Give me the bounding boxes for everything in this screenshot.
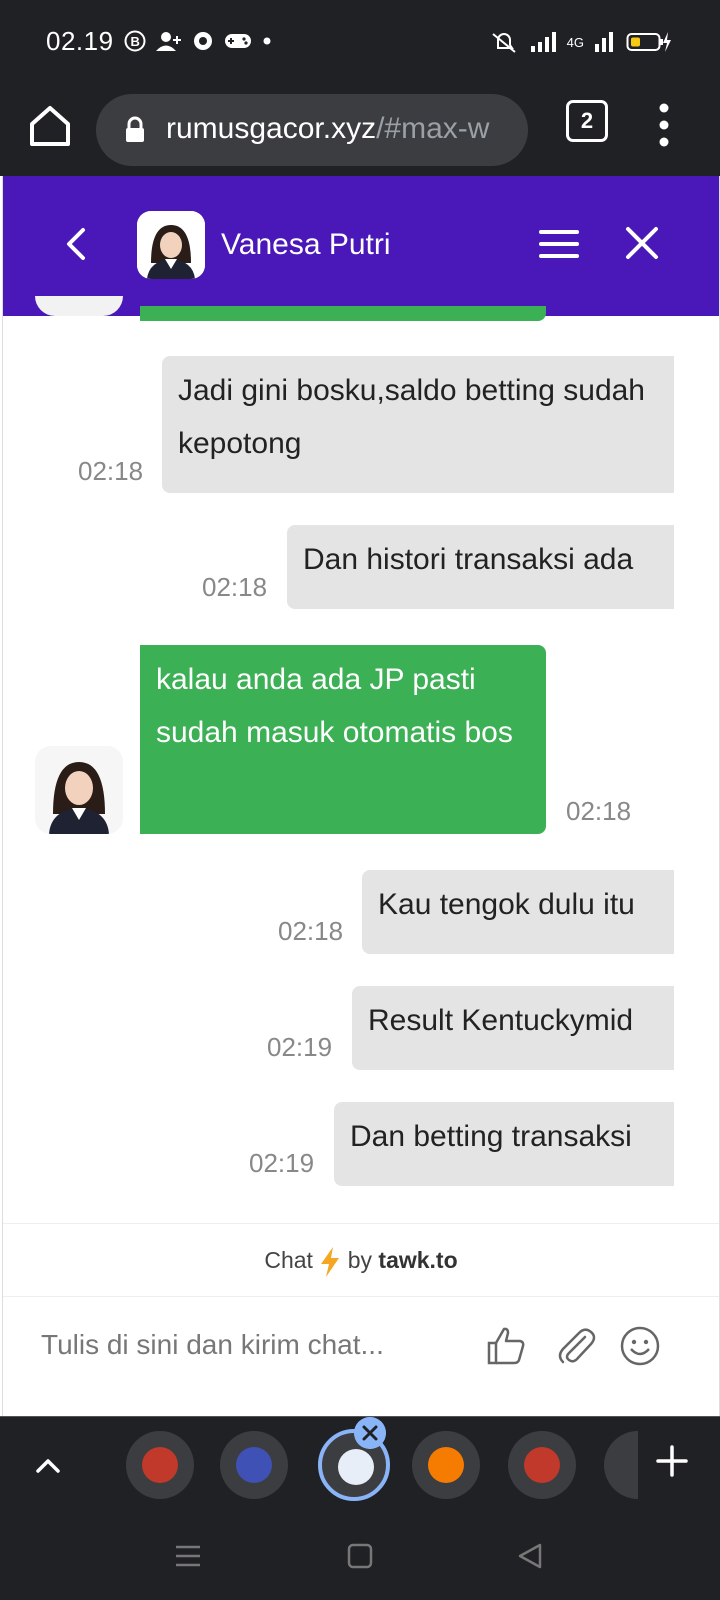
tab-thumbnail[interactable] bbox=[412, 1431, 480, 1499]
tabs-button[interactable]: 2 bbox=[566, 100, 608, 142]
more-vert-icon[interactable] bbox=[652, 100, 676, 150]
dot-icon bbox=[263, 37, 271, 45]
network-type: 4G bbox=[566, 34, 584, 50]
chat-widget: Vanesa Putri Jadi gini bosku,saldo betti… bbox=[2, 176, 720, 1416]
chevron-up-icon[interactable] bbox=[34, 1445, 62, 1485]
message-time: 02:19 bbox=[249, 1148, 315, 1178]
chat-header: Vanesa Putri bbox=[3, 176, 719, 316]
agent-avatar-small bbox=[35, 746, 123, 834]
lightning-icon bbox=[321, 1247, 340, 1277]
message-bubble: kalau anda ada JP pasti sudah masuk otom… bbox=[140, 645, 546, 834]
hamburger-icon[interactable] bbox=[539, 228, 579, 260]
back-icon[interactable] bbox=[61, 224, 91, 264]
browser-toolbar: rumusgacor.xyz/#max-w 2 bbox=[0, 86, 720, 176]
tab-thumbnail[interactable] bbox=[220, 1431, 288, 1499]
emoji-icon[interactable] bbox=[619, 1325, 661, 1367]
message-bubble: Kau tengok dulu itu bbox=[362, 870, 674, 954]
paperclip-icon[interactable] bbox=[555, 1325, 597, 1367]
status-bar: 02.19 B 4G bbox=[0, 0, 720, 86]
tab-close-icon[interactable] bbox=[354, 1417, 386, 1449]
system-icons: 4G bbox=[489, 30, 672, 54]
powered-by-branding[interactable]: Chat by tawk.to bbox=[3, 1246, 719, 1278]
message-time: 02:18 bbox=[566, 796, 632, 826]
message-time: 02:18 bbox=[278, 916, 344, 946]
lock-icon bbox=[126, 116, 144, 142]
message-bubble: Dan betting transaksi bbox=[334, 1102, 674, 1186]
tab-thumbnail[interactable] bbox=[126, 1431, 194, 1499]
b-icon: B bbox=[124, 30, 146, 52]
tab-thumbnail[interactable] bbox=[604, 1431, 638, 1499]
status-time: 02.19 bbox=[46, 26, 114, 56]
message-time: 02:19 bbox=[267, 1032, 333, 1062]
tab-thumbnail[interactable] bbox=[508, 1431, 576, 1499]
tab-strip bbox=[0, 1416, 720, 1513]
agent-name: Vanesa Putri bbox=[221, 228, 391, 261]
battery-icon bbox=[626, 32, 671, 52]
message-input[interactable] bbox=[39, 1319, 443, 1371]
mute-icon bbox=[492, 33, 516, 53]
previous-avatar-fragment bbox=[35, 296, 123, 316]
home-icon[interactable] bbox=[24, 100, 76, 152]
address-bar[interactable]: rumusgacor.xyz/#max-w bbox=[96, 94, 528, 166]
thumbs-up-icon[interactable] bbox=[485, 1325, 527, 1367]
previous-message-fragment bbox=[140, 306, 546, 321]
svg-text:B: B bbox=[131, 34, 140, 49]
message-bubble: Jadi gini bosku,saldo betting sudah kepo… bbox=[162, 356, 674, 493]
agent-avatar bbox=[137, 211, 205, 279]
recents-icon[interactable] bbox=[174, 1542, 202, 1570]
plus-icon[interactable] bbox=[654, 1443, 690, 1479]
message-bubble: Dan histori transaksi ada bbox=[287, 525, 674, 609]
message-bubble: Result Kentuckymid bbox=[352, 986, 674, 1070]
record-icon bbox=[194, 32, 212, 50]
message-time: 02:18 bbox=[78, 456, 144, 486]
signal-icon bbox=[530, 32, 556, 52]
divider bbox=[3, 1223, 719, 1224]
notification-icons: B bbox=[124, 30, 272, 52]
back-nav-icon[interactable] bbox=[516, 1542, 544, 1570]
url-text: rumusgacor.xyz/#max-w bbox=[166, 112, 490, 145]
person-add-icon bbox=[156, 32, 181, 51]
system-nav-bar bbox=[0, 1512, 720, 1600]
message-composer bbox=[3, 1296, 719, 1397]
home-nav-icon[interactable] bbox=[346, 1542, 374, 1570]
gamepad-icon bbox=[225, 34, 251, 48]
message-time: 02:18 bbox=[202, 572, 268, 602]
signal-2-icon bbox=[595, 32, 613, 52]
close-icon[interactable] bbox=[625, 226, 659, 260]
